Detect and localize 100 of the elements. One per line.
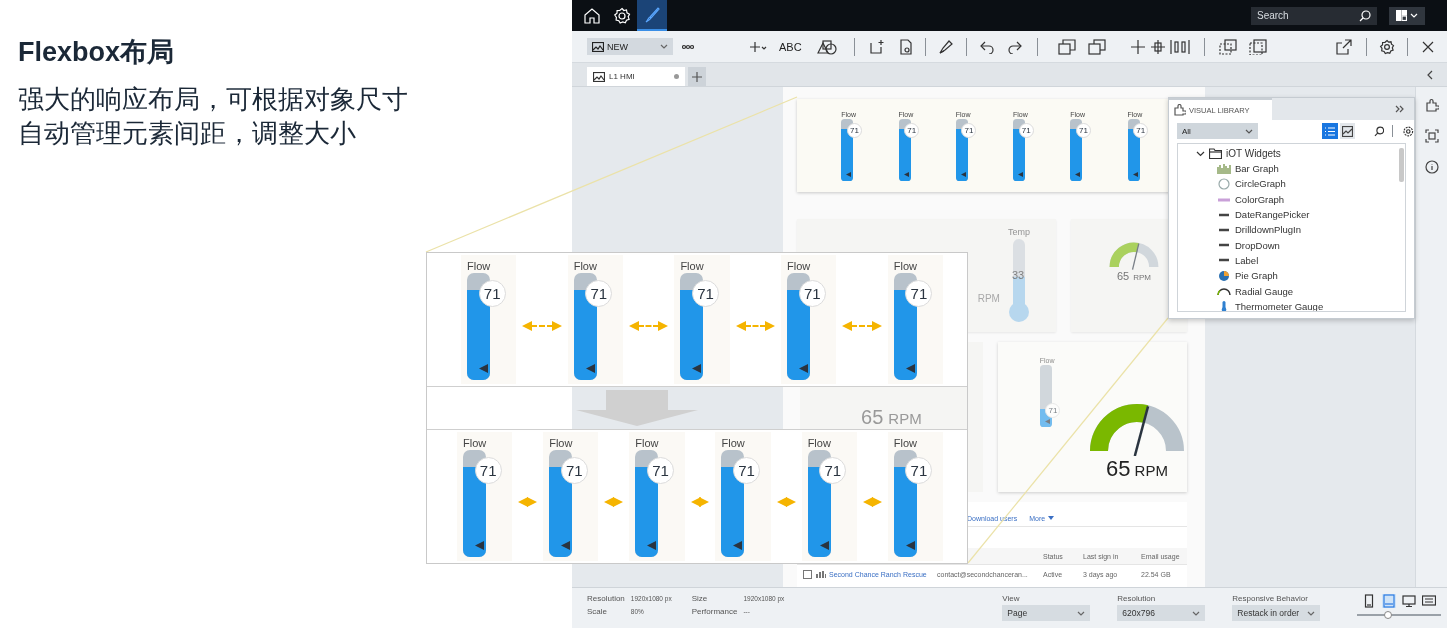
redo-icon[interactable] [1006, 39, 1023, 54]
library-item[interactable]: Label [1196, 252, 1265, 269]
library-item[interactable]: DateRangePicker [1196, 206, 1316, 223]
pen-icon[interactable] [937, 38, 954, 55]
external-link-icon[interactable] [1336, 38, 1352, 55]
gauge-value: 65 [1116, 269, 1130, 282]
gauge-label: Flow [721, 435, 745, 451]
gauge-value: 33 [1011, 269, 1025, 281]
bring-forward-icon[interactable] [1057, 38, 1076, 55]
device-toggle[interactable] [1422, 594, 1437, 608]
settings-icon[interactable] [1379, 38, 1395, 55]
gauge-value: 65 [861, 406, 884, 429]
device-toggle[interactable] [1382, 594, 1397, 608]
pointer-icon [960, 172, 966, 178]
align-middle-icon[interactable] [1149, 38, 1166, 55]
distribute-icon[interactable] [1169, 38, 1190, 55]
search-icon[interactable] [1359, 9, 1371, 22]
pointer-icon [903, 172, 909, 178]
group-icon[interactable] [1218, 38, 1237, 55]
new-dropdown[interactable]: NEW [587, 38, 673, 55]
pointer-icon [846, 172, 852, 178]
pointer-icon [799, 364, 809, 374]
slide-title: Flexbox布局 [18, 36, 176, 69]
circle-icon [1216, 177, 1231, 190]
capture-icon[interactable] [1424, 129, 1439, 143]
layout-menu-button[interactable] [1389, 6, 1425, 25]
send-backward-icon[interactable] [1087, 38, 1106, 55]
folder-icon [1209, 148, 1222, 159]
widescreen-icon [1422, 594, 1437, 608]
pointer-icon [561, 541, 571, 551]
text-tool-button[interactable]: ABC [779, 40, 802, 53]
pointer-icon [819, 541, 829, 551]
dropdown[interactable]: 620x796 [1117, 605, 1206, 621]
pointer-icon [647, 541, 657, 551]
library-item[interactable]: Pie Graph [1196, 268, 1284, 284]
desktop-icon [1402, 594, 1417, 608]
gauge-label: Flow [893, 258, 917, 274]
library-item[interactable]: ColorGraph [1196, 191, 1291, 207]
pointer-icon [692, 364, 702, 374]
settings-icon[interactable] [1403, 125, 1414, 137]
library-item[interactable]: Thermometer Gauge [1196, 298, 1330, 311]
needle-icon [1131, 242, 1140, 270]
settings-icon [612, 5, 632, 26]
double-arrow [842, 320, 882, 331]
image-icon [592, 41, 604, 52]
gauge-label: Flow [573, 258, 597, 274]
undo-icon[interactable] [978, 39, 995, 54]
gauge-icon [1216, 285, 1231, 297]
library-item[interactable]: DrilldownPlugIn [1196, 222, 1307, 238]
field-label: Resolution [587, 594, 625, 603]
caret-icon [1192, 610, 1201, 616]
plus-icon [692, 71, 702, 82]
chevron-left-icon[interactable] [1426, 69, 1433, 80]
search-field[interactable]: Search [1251, 6, 1377, 25]
bar-chart-icon [1216, 162, 1231, 175]
document-tab[interactable]: L1 HMI [587, 67, 685, 86]
ungroup-icon[interactable] [1248, 38, 1267, 55]
filter-dropdown[interactable]: All [1177, 123, 1259, 139]
search-icon[interactable] [1373, 125, 1385, 137]
align-center-icon[interactable] [1129, 38, 1146, 55]
library-item[interactable]: DropDown [1196, 237, 1286, 253]
double-arrow [518, 497, 538, 508]
pointer-icon [1044, 418, 1050, 424]
library-item[interactable]: Bar Graph [1196, 161, 1285, 177]
view-toggle[interactable] [1322, 123, 1338, 139]
gauge-value: 65 [1106, 456, 1131, 482]
gauge-unit: RPM [888, 410, 922, 427]
plus-icon[interactable] [749, 39, 767, 54]
field-label: View [1002, 594, 1021, 603]
more-icon[interactable] [682, 43, 694, 50]
device-toggle[interactable] [1402, 594, 1417, 608]
tablet-icon [1382, 594, 1397, 608]
tree-node[interactable]: iOT Widgets [1196, 146, 1281, 161]
double-chevron-icon[interactable] [1395, 105, 1405, 113]
pointer-icon [905, 541, 915, 551]
shapes-icon[interactable] [815, 38, 838, 55]
unsaved-dot [674, 74, 679, 79]
library-item[interactable]: Radial Gauge [1196, 283, 1300, 299]
checkbox[interactable] [803, 569, 812, 579]
image-icon [593, 71, 605, 82]
zoom-slider[interactable] [1357, 611, 1442, 619]
double-arrow [628, 320, 669, 331]
pointer-icon [475, 541, 484, 551]
document-icon[interactable] [898, 38, 913, 55]
view-toggle[interactable] [1339, 123, 1355, 139]
dropdown[interactable]: Page [1002, 605, 1091, 621]
close-icon[interactable] [1422, 40, 1434, 53]
library-item[interactable]: CircleGraph [1196, 176, 1292, 192]
info-icon[interactable] [1424, 160, 1439, 174]
pointer-icon [1018, 172, 1023, 178]
gauge-label: Flow [467, 258, 491, 274]
add-frame-icon[interactable] [868, 38, 885, 55]
pointer-icon [733, 541, 743, 551]
puzzle-icon[interactable] [1424, 98, 1439, 112]
scrollbar-thumb[interactable] [1399, 148, 1404, 182]
gauge-label: Flow [807, 435, 831, 451]
gauge-label: Flow [549, 435, 573, 451]
slider-thumb[interactable] [1384, 611, 1393, 619]
pointer-icon [1075, 172, 1081, 178]
dropdown[interactable]: Restack in order [1232, 605, 1321, 621]
